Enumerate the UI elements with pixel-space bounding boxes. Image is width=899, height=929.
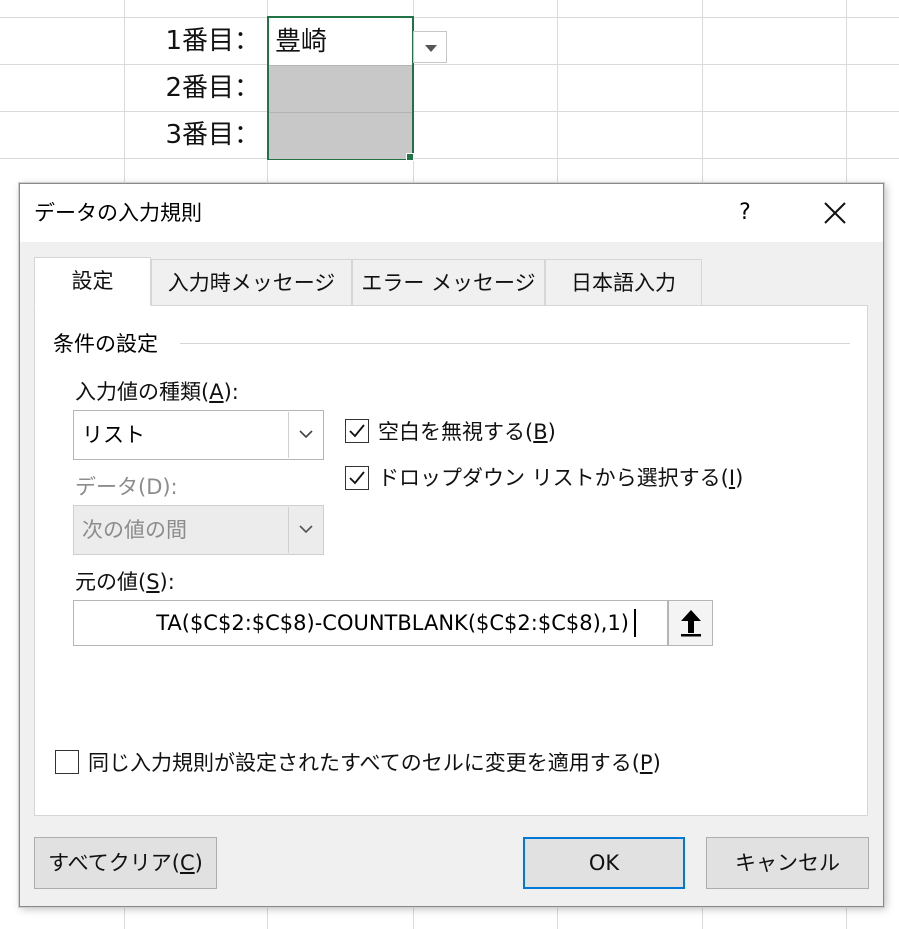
tab-settings[interactable]: 設定 bbox=[34, 257, 151, 306]
row-label-2: 2番目： bbox=[165, 73, 260, 103]
tab-ime-mode[interactable]: 日本語入力 bbox=[545, 259, 702, 305]
data-select: 次の値の間 bbox=[73, 505, 324, 555]
dialog-title: データの入力規則 bbox=[34, 201, 202, 225]
selected-cell-row3[interactable] bbox=[269, 112, 412, 159]
cancel-button[interactable]: キャンセル bbox=[706, 837, 869, 889]
data-select-value: 次の値の間 bbox=[82, 518, 187, 542]
data-validation-dialog: データの入力規則 ? 設定 入力時メッセージ エラー メッセージ 日本語入力 条… bbox=[19, 183, 884, 907]
row-label-3: 3番目： bbox=[165, 120, 260, 150]
clear-all-button[interactable]: すべてクリア(C) bbox=[34, 837, 217, 889]
chevron-down-icon bbox=[299, 525, 313, 534]
cell-dropdown-button[interactable] bbox=[413, 31, 447, 63]
collapse-dialog-button[interactable] bbox=[668, 600, 713, 646]
apply-all-label[interactable]: 同じ入力規則が設定されたすべてのセルに変更を適用する(P) bbox=[88, 747, 661, 777]
tab-input-message[interactable]: 入力時メッセージ bbox=[151, 259, 352, 305]
source-label: 元の値(S): bbox=[75, 570, 175, 594]
in-cell-dropdown-checkbox[interactable] bbox=[345, 466, 369, 490]
row-label-1: 1番目： bbox=[165, 26, 260, 56]
close-button[interactable] bbox=[810, 192, 860, 234]
chevron-down-icon bbox=[299, 430, 313, 439]
source-input-value: TA($C$2:$C$8)-COUNTBLANK($C$2:$C$8),1) bbox=[156, 611, 629, 635]
checkmark-icon bbox=[349, 471, 365, 485]
ignore-blank-label[interactable]: 空白を無視する(B) bbox=[378, 416, 556, 446]
tab-error-alert[interactable]: エラー メッセージ bbox=[352, 259, 545, 305]
ok-button[interactable]: OK bbox=[523, 837, 685, 889]
allow-select-arrow[interactable] bbox=[288, 412, 322, 458]
help-button[interactable]: ? bbox=[720, 184, 770, 242]
data-label: データ(D): bbox=[75, 475, 178, 499]
dialog-titlebar[interactable]: データの入力規則 ? bbox=[20, 184, 883, 242]
active-cell[interactable]: 豊崎 bbox=[271, 18, 411, 66]
allow-label: 入力値の種類(A): bbox=[75, 380, 239, 404]
fill-handle[interactable] bbox=[406, 153, 414, 161]
allow-select-value: リスト bbox=[82, 423, 145, 447]
group-divider bbox=[180, 343, 850, 344]
allow-select[interactable]: リスト bbox=[73, 410, 324, 460]
apply-all-checkbox[interactable] bbox=[55, 750, 79, 774]
selected-cell-row2[interactable] bbox=[269, 65, 412, 112]
arrow-up-icon bbox=[681, 610, 701, 637]
source-input[interactable]: TA($C$2:$C$8)-COUNTBLANK($C$2:$C$8),1) bbox=[73, 600, 668, 646]
checkmark-icon bbox=[349, 424, 365, 438]
ignore-blank-checkbox[interactable] bbox=[345, 419, 369, 443]
section-title: 条件の設定 bbox=[53, 328, 164, 358]
close-icon bbox=[824, 202, 846, 224]
data-select-arrow bbox=[288, 507, 322, 553]
selected-range[interactable]: 豊崎 bbox=[267, 16, 414, 160]
settings-panel: 条件の設定 入力値の種類(A): リスト データ(D): 次の値の間 空白を無視… bbox=[34, 305, 868, 816]
in-cell-dropdown-label[interactable]: ドロップダウン リストから選択する(I) bbox=[378, 462, 743, 492]
text-caret bbox=[634, 609, 636, 637]
